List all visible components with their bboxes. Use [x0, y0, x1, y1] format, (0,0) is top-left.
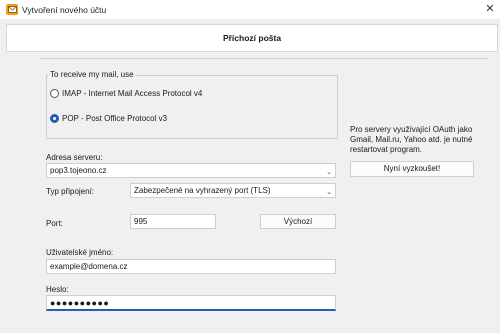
connection-label: Typ připojení:	[46, 187, 95, 196]
oauth-note: Pro servery využívající OAuth jako Gmail…	[350, 125, 473, 154]
imap-radio[interactable]	[50, 89, 59, 98]
chevron-down-icon[interactable]: ⌄	[326, 166, 332, 177]
server-combobox[interactable]: pop3.tojeono.cz ⌄	[46, 163, 336, 178]
header-panel: Příchozí pošta	[6, 24, 498, 52]
pop-radio-label[interactable]: POP - Post Office Protocol v3	[62, 114, 167, 123]
username-label: Uživatelské jméno:	[46, 248, 114, 257]
username-value: example@domena.cz	[50, 262, 128, 271]
protocol-group-legend: To receive my mail, use	[48, 70, 136, 79]
imap-radio-label[interactable]: IMAP - Internet Mail Access Protocol v4	[62, 89, 202, 98]
connection-value: Zabezpečené na vyhrazený port (TLS)	[134, 186, 271, 195]
close-icon[interactable]: ✕	[482, 2, 498, 17]
server-label: Adresa serveru:	[46, 153, 103, 162]
page-title: Příchozí pošta	[222, 33, 282, 43]
password-value: ●●●●●●●●●●	[50, 298, 110, 308]
port-label: Port:	[46, 219, 63, 228]
window-title: Vytvoření nového účtu	[22, 5, 107, 15]
server-value: pop3.tojeono.cz	[50, 166, 107, 175]
connection-select[interactable]: Zabezpečené na vyhrazený port (TLS) ⌄	[130, 183, 336, 198]
pop-radio[interactable]	[50, 114, 59, 123]
password-label: Heslo:	[46, 285, 69, 294]
port-value: 995	[134, 217, 148, 226]
port-input[interactable]: 995	[130, 214, 216, 229]
protocol-group	[46, 75, 338, 139]
envelope-icon	[6, 4, 18, 15]
chevron-down-icon[interactable]: ⌄	[326, 186, 332, 197]
divider	[40, 58, 488, 59]
username-input[interactable]: example@domena.cz	[46, 259, 336, 274]
password-input[interactable]: ●●●●●●●●●●	[46, 295, 336, 311]
default-port-button[interactable]: Výchozí	[260, 214, 336, 229]
try-now-button[interactable]: Nyní vyzkoušet!	[350, 161, 474, 177]
